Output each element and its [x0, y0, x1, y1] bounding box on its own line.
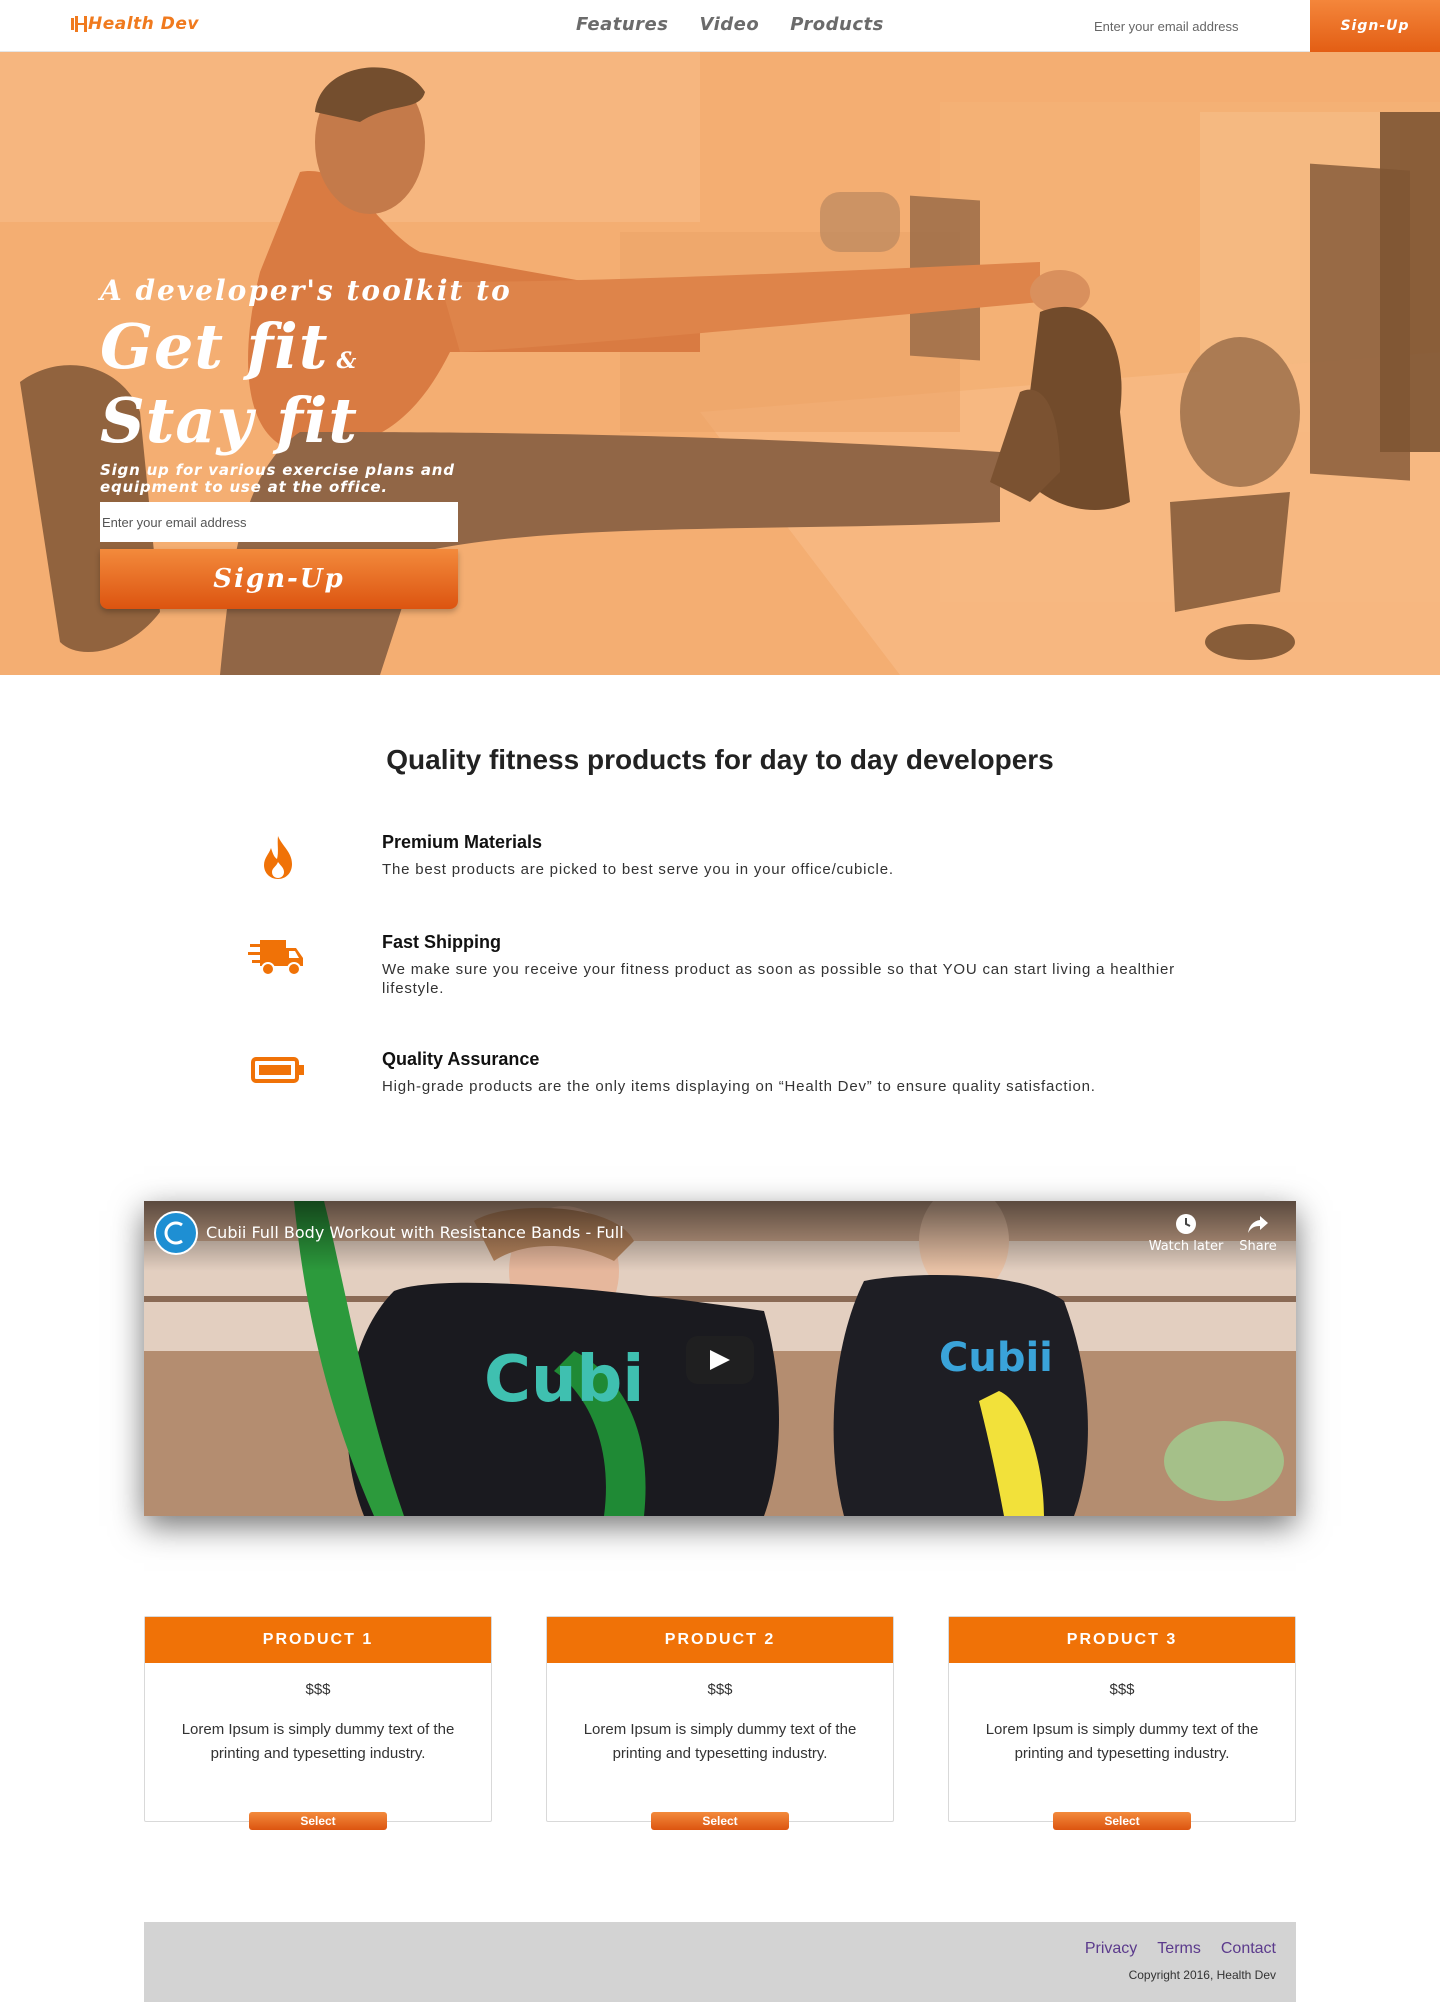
battery-icon — [251, 1057, 304, 1083]
hero-section: A developer's toolkit to Get fit & Stay f… — [0, 52, 1440, 675]
shipping-truck-icon — [248, 940, 303, 976]
select-product-1-button[interactable]: Select — [249, 1812, 387, 1830]
footer-links: Privacy Terms Contact — [1085, 1940, 1276, 1958]
select-product-2-button[interactable]: Select — [651, 1812, 789, 1830]
product-description: Lorem Ipsum is simply dummy text of the … — [181, 1721, 455, 1762]
video-player[interactable]: Cubi Cubii Cubii Full Body Workout with … — [144, 1201, 1296, 1516]
product-card-2: PRODUCT 2 $$$ Lorem Ipsum is simply dumm… — [546, 1616, 894, 1830]
product-card-1: PRODUCT 1 $$$ Lorem Ipsum is simply dumm… — [144, 1616, 492, 1830]
hero-ampersand: & — [336, 348, 358, 374]
logo-text: Health Dev — [88, 14, 199, 34]
cubii-logo-icon — [164, 1221, 183, 1245]
logo[interactable]: Health Dev — [70, 13, 199, 35]
footer-link-terms[interactable]: Terms — [1157, 1940, 1201, 1958]
svg-text:Cubi: Cubi — [484, 1343, 644, 1417]
feature-title: Premium Materials — [382, 832, 543, 852]
feature-title: Fast Shipping — [382, 932, 501, 952]
channel-avatar[interactable] — [154, 1211, 198, 1255]
hero-email-input[interactable] — [100, 502, 458, 542]
product-price: $$$ — [1109, 1681, 1135, 1698]
feature-description: High-grade products are the only items d… — [382, 1078, 1096, 1095]
product-name: PRODUCT 2 — [547, 1617, 893, 1663]
play-button[interactable] — [686, 1336, 754, 1384]
fire-icon — [264, 836, 292, 879]
share-label: Share — [1239, 1239, 1277, 1254]
feature-description: We make sure you receive your fitness pr… — [382, 961, 1175, 997]
watch-later-button[interactable]: Watch later — [1146, 1213, 1226, 1254]
site-header: Health Dev Features Video Products Sign-… — [0, 0, 1440, 52]
hero-tagline: A developer's toolkit to — [100, 274, 512, 307]
site-footer: Privacy Terms Contact Copyright 2016, He… — [144, 1922, 1296, 2002]
footer-link-privacy[interactable]: Privacy — [1085, 1940, 1137, 1958]
header-email-input[interactable] — [1082, 10, 1302, 42]
product-price: $$$ — [305, 1681, 331, 1698]
product-price: $$$ — [707, 1681, 733, 1698]
product-name: PRODUCT 3 — [949, 1617, 1295, 1663]
watch-later-label: Watch later — [1148, 1239, 1224, 1254]
clock-icon — [1176, 1214, 1196, 1234]
hero-signup-button[interactable]: Sign-Up — [100, 549, 458, 609]
play-icon — [710, 1350, 730, 1370]
hero-headline-get-fit: Get fit & — [100, 310, 357, 383]
product-card-3: PRODUCT 3 $$$ Lorem Ipsum is simply dumm… — [948, 1616, 1296, 1830]
share-arrow-icon — [1248, 1216, 1268, 1233]
main-nav: Features Video Products — [576, 14, 915, 35]
product-description: Lorem Ipsum is simply dummy text of the … — [985, 1721, 1259, 1762]
video-title[interactable]: Cubii Full Body Workout with Resistance … — [206, 1223, 624, 1242]
product-description: Lorem Ipsum is simply dummy text of the … — [583, 1721, 857, 1762]
dumbbell-icon — [71, 16, 87, 32]
feature-title: Quality Assurance — [382, 1049, 540, 1069]
hero-headline-stay-fit: Stay fit — [100, 384, 359, 457]
header-signup-button[interactable]: Sign-Up — [1310, 0, 1440, 52]
features-heading: Quality fitness products for day to day … — [386, 744, 1054, 775]
select-product-3-button[interactable]: Select — [1053, 1812, 1191, 1830]
feature-description: The best products are picked to best ser… — [382, 861, 894, 878]
svg-text:Cubii: Cubii — [939, 1335, 1053, 1381]
nav-products[interactable]: Products — [790, 14, 884, 35]
product-name: PRODUCT 1 — [145, 1617, 491, 1663]
copyright-text: Copyright 2016, Health Dev — [1128, 1968, 1276, 1982]
nav-features[interactable]: Features — [576, 14, 668, 35]
hero-subtitle: Sign up for various exercise plans and e… — [100, 461, 455, 496]
nav-video[interactable]: Video — [699, 14, 759, 35]
share-button[interactable]: Share — [1230, 1213, 1286, 1254]
hero-get-fit-text: Get fit — [100, 310, 329, 383]
footer-link-contact[interactable]: Contact — [1221, 1940, 1276, 1958]
